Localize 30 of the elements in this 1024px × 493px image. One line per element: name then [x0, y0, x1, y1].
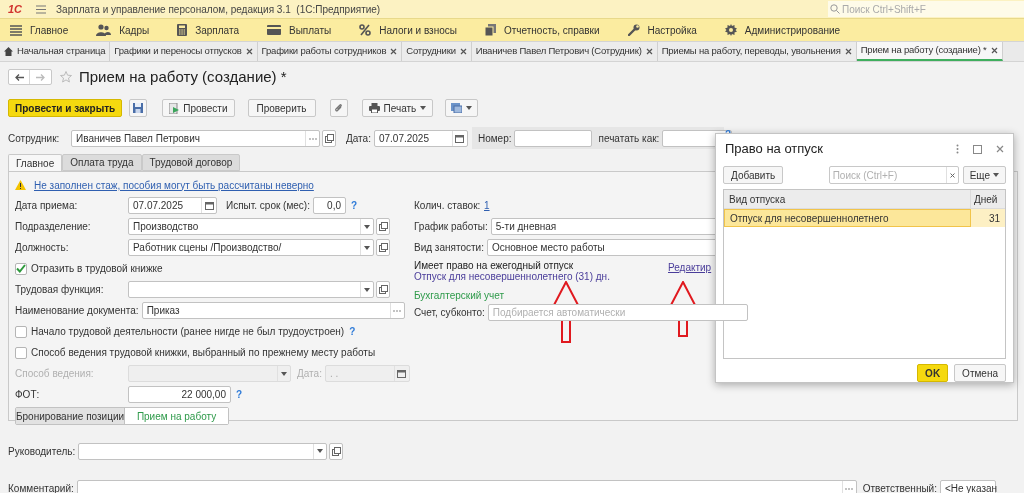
column-header: Дней	[973, 192, 999, 207]
field-label: Номер:	[477, 131, 513, 146]
table-cell-text: 31	[987, 211, 1001, 226]
field-label: График работы:	[414, 220, 489, 234]
column-header: Вид отпуска	[724, 190, 971, 208]
field-label: Испыт. срок (мес):	[226, 199, 311, 213]
field-label: Дата:	[297, 367, 323, 381]
field-label: Колич. ставок:	[414, 199, 482, 213]
field-label: Руководитель:	[8, 444, 77, 459]
document-title: Прием на работу (создание) *	[79, 66, 287, 87]
field-label: Способ ведения:	[15, 367, 95, 381]
table-cell: Отпуск для несовершеннолетнего	[724, 209, 971, 227]
app-logo: 1С	[8, 1, 23, 17]
section-heading: Бухгалтерский учет	[414, 289, 506, 302]
field-label: Должность:	[15, 241, 70, 255]
field-label: Дата:	[346, 131, 372, 146]
field-label: Дата приема:	[15, 199, 79, 213]
field-label: Счет, субконто:	[414, 306, 486, 320]
field-label: Ответственный:	[862, 481, 938, 493]
field-label: Вид занятости:	[414, 241, 485, 255]
field-label: печатать как:	[598, 131, 661, 146]
field-label: ФОТ:	[15, 388, 41, 402]
field-label: Подразделение:	[15, 220, 92, 234]
field-label: Комментарий:	[8, 481, 75, 493]
field-label: Трудовая функция:	[15, 283, 105, 297]
dialog-title: Право на отпуск	[725, 140, 823, 159]
field-label: Наименование документа:	[15, 304, 140, 318]
field-label: Сотрудник:	[8, 131, 61, 146]
vacation-text: Имеет право на ежегодный отпуск	[414, 260, 575, 271]
window-title: Зарплата и управление персоналом, редакция 3.1 (1С:Предприятие)	[56, 2, 381, 17]
